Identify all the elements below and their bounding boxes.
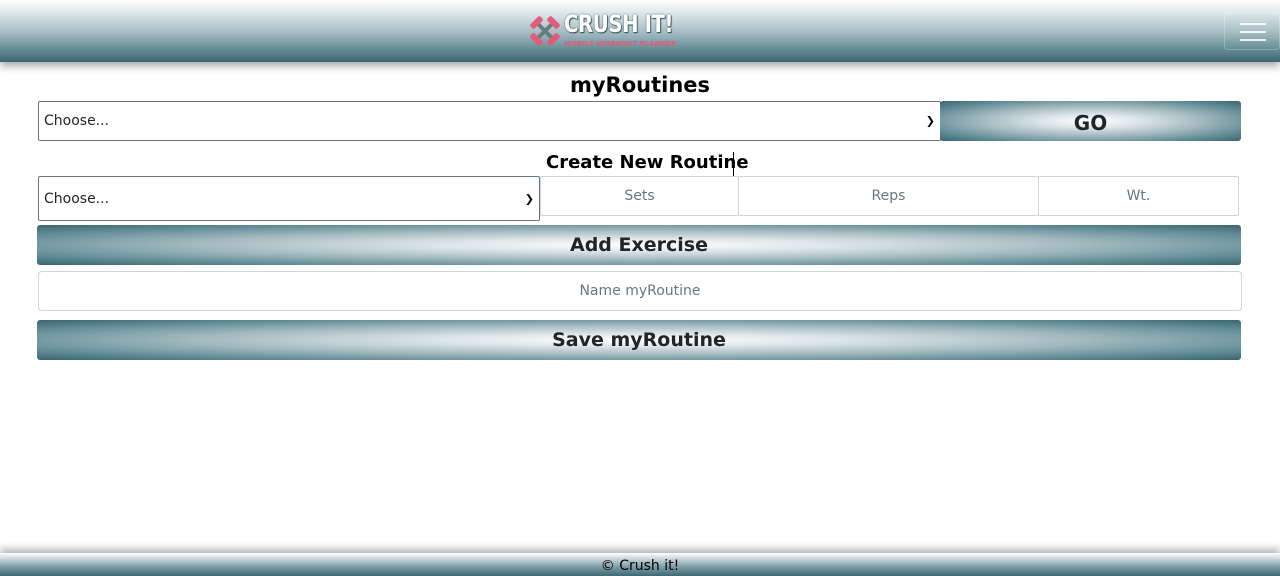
routine-select[interactable]: Choose... ❯ (38, 101, 941, 141)
text-cursor (733, 152, 734, 176)
weight-placeholder: Wt. (1126, 188, 1151, 204)
exercise-select[interactable]: Choose... ❯ (38, 176, 540, 221)
save-routine-button[interactable]: Save myRoutine (37, 320, 1241, 360)
sets-placeholder: Sets (624, 188, 655, 204)
chevron-down-icon: ❯ (524, 192, 534, 205)
hamburger-menu-icon-bar (1240, 31, 1266, 33)
routine-name-placeholder: Name myRoutine (579, 283, 701, 299)
routine-name-input[interactable]: Name myRoutine (38, 271, 1242, 311)
reps-placeholder: Reps (871, 188, 906, 204)
crossed-dumbbells-icon (530, 16, 560, 46)
hamburger-menu-button[interactable] (1224, 12, 1280, 50)
brand-tagline: MOBILE WORKOUT PLANNER (564, 40, 677, 48)
exercise-select-value: Choose... (44, 190, 110, 207)
go-button[interactable]: GO (940, 101, 1241, 141)
brand-logo-link[interactable]: CRUSH IT! MOBILE WORKOUT PLANNER (528, 10, 678, 52)
reps-input[interactable]: Reps (738, 176, 1039, 216)
add-exercise-button[interactable]: Add Exercise (37, 225, 1241, 265)
sets-input[interactable]: Sets (540, 176, 739, 216)
chevron-down-icon: ❯ (925, 114, 935, 128)
hamburger-menu-icon (1240, 23, 1266, 25)
hamburger-menu-icon-bar (1240, 39, 1266, 41)
weight-input[interactable]: Wt. (1038, 176, 1239, 216)
create-routine-heading: Create New Routine (546, 152, 749, 173)
my-routines-heading: myRoutines (569, 73, 711, 97)
routine-select-value: Choose... (44, 113, 110, 129)
footer: © Crush it! (0, 553, 1280, 576)
footer-copyright: © Crush it! (600, 558, 680, 574)
brand-title: CRUSH IT! (564, 10, 674, 38)
navbar: CRUSH IT! MOBILE WORKOUT PLANNER (0, 0, 1280, 62)
